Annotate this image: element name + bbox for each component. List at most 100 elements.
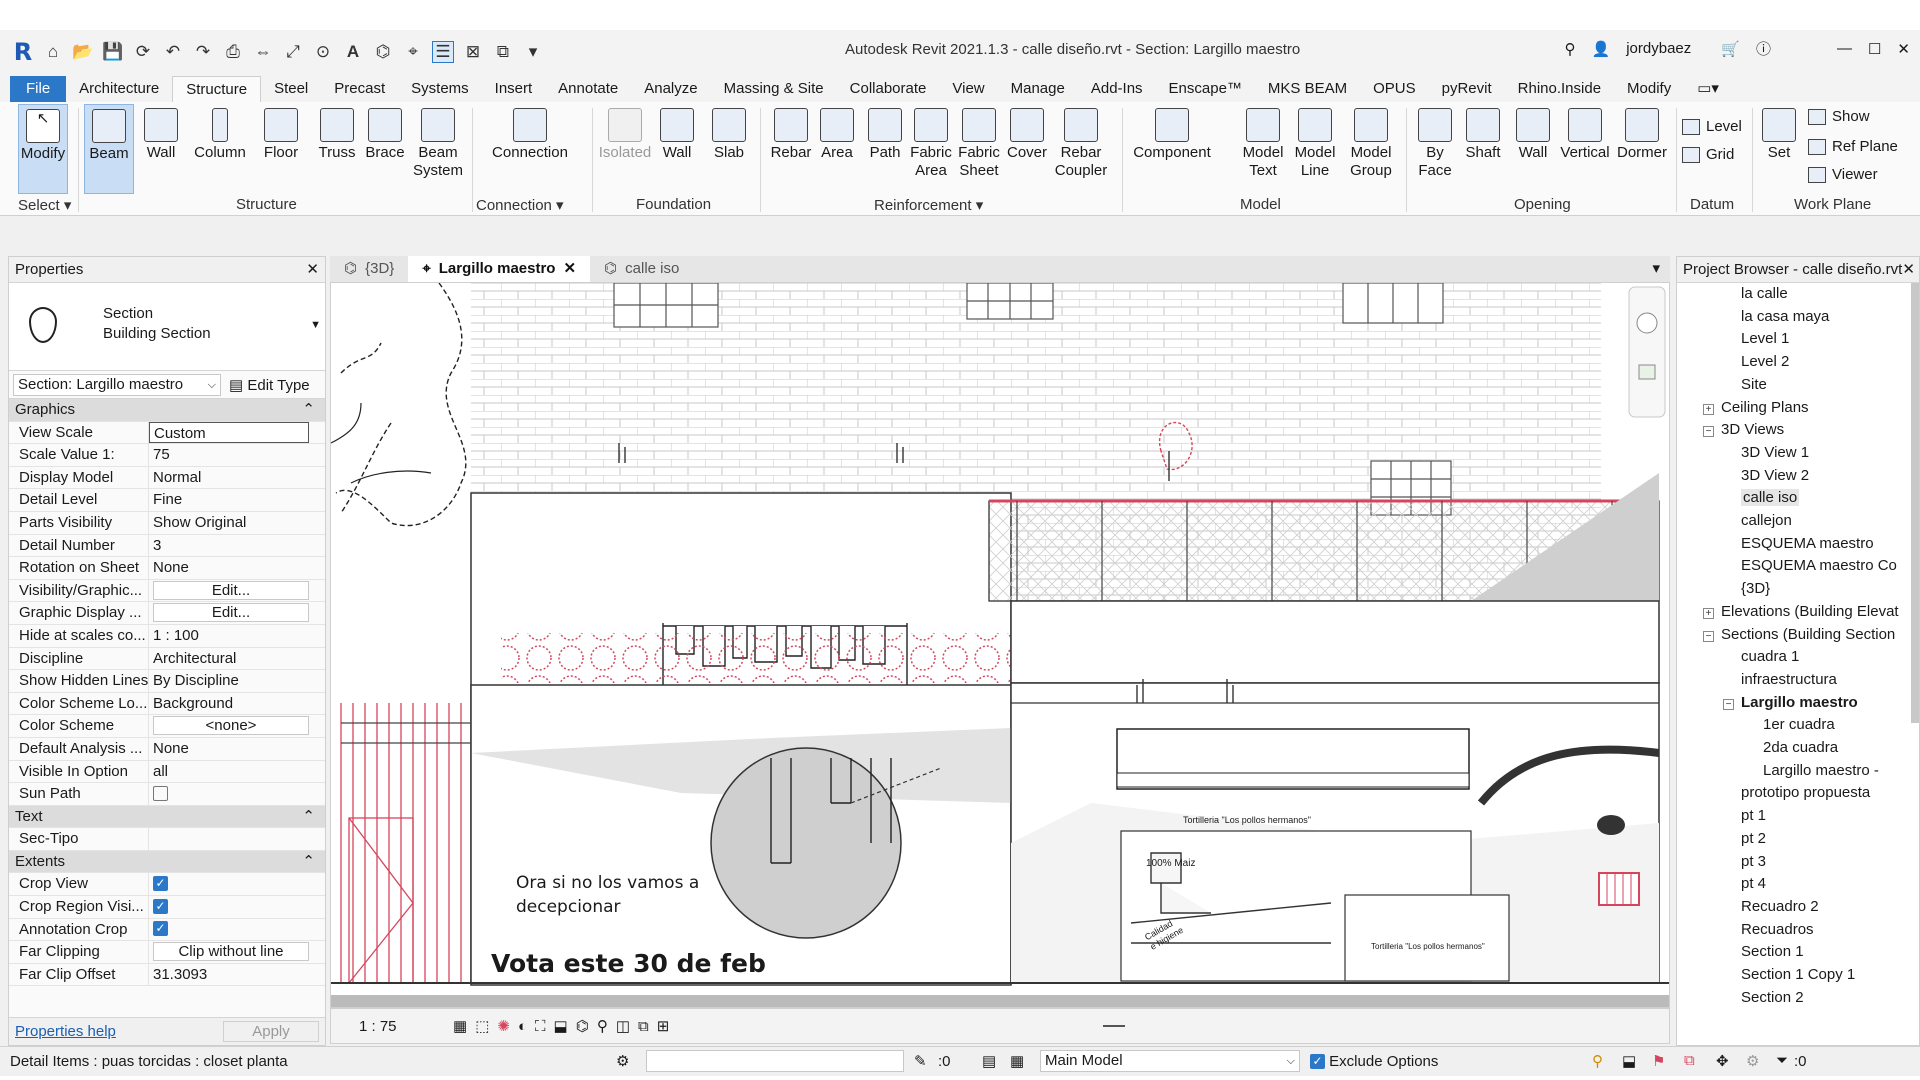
property-button[interactable]: <none> (153, 716, 309, 736)
tab-structure[interactable]: Structure (172, 76, 262, 102)
property-value[interactable]: Normal (149, 467, 325, 489)
property-value[interactable]: Edit... (149, 580, 325, 602)
connection-button[interactable]: Connection (486, 104, 574, 194)
switch-windows-icon[interactable]: ⧉ (492, 41, 514, 63)
worksharing-icon[interactable]: ⧉ (638, 1018, 649, 1035)
grid-button[interactable]: Grid (1682, 146, 1734, 163)
property-value[interactable]: Background (149, 693, 325, 715)
property-value[interactable]: By Discipline (149, 670, 325, 692)
browser-item[interactable]: 2da cuadra (1763, 739, 1838, 756)
vertical-scrollbar[interactable] (1911, 283, 1919, 723)
browser-item[interactable]: la calle (1741, 285, 1788, 302)
select-group-label[interactable]: Select ▾ (18, 196, 71, 214)
apply-button[interactable]: Apply (223, 1021, 319, 1042)
slab-button[interactable]: Slab (704, 104, 754, 194)
select-links-icon[interactable]: ⚲ (1592, 1052, 1603, 1070)
view-scale[interactable]: 1 : 75 (359, 1018, 419, 1035)
set-work-plane-button[interactable]: Set (1756, 104, 1802, 194)
viewer-button[interactable]: Viewer (1808, 166, 1878, 183)
browser-item[interactable]: Recuadros (1741, 921, 1814, 938)
horizontal-scroll-thumb[interactable] (1103, 1025, 1126, 1027)
browser-item[interactable]: pt 2 (1741, 830, 1766, 847)
checkbox-icon[interactable]: ✓ (153, 876, 168, 891)
area-reinforcement-button[interactable]: Area (812, 104, 862, 194)
undo-icon[interactable]: ↶ (162, 41, 184, 63)
fabric-area-button[interactable]: Fabric Area (906, 104, 956, 194)
browser-item[interactable]: prototipo propuesta (1741, 784, 1870, 801)
browser-item[interactable]: calle iso (1741, 489, 1800, 507)
property-value[interactable]: Clip without line (149, 941, 325, 963)
detail-level-icon[interactable]: ▦ (453, 1017, 467, 1035)
revit-logo-icon[interactable]: R (12, 38, 34, 66)
property-button[interactable]: Edit... (153, 580, 309, 600)
open-icon[interactable]: 📂 (72, 41, 94, 63)
reinforcement-group-label[interactable]: Reinforcement ▾ (874, 196, 983, 214)
3d-view-icon[interactable]: ⌬ (372, 41, 394, 63)
tree-toggle-icon[interactable]: − (1703, 426, 1714, 438)
section-icon[interactable]: ⌖ (402, 41, 424, 63)
dormer-button[interactable]: Dormer (1614, 104, 1670, 194)
tab-3d-view[interactable]: ⌬ {3D} (330, 256, 408, 282)
tab-rhino-inside[interactable]: Rhino.Inside (1505, 76, 1614, 102)
show-crop-icon[interactable]: ⬓ (554, 1017, 568, 1035)
tab-manage[interactable]: Manage (998, 76, 1078, 102)
home-icon[interactable]: ⌂ (42, 41, 64, 63)
browser-item[interactable]: ESQUEMA maestro Co (1741, 557, 1897, 574)
minimize-icon[interactable]: — (1837, 40, 1852, 57)
browser-item[interactable]: 3D Views (1721, 421, 1784, 438)
property-button[interactable]: Clip without line (153, 942, 309, 962)
customize-qat-icon[interactable]: ▾ (522, 41, 544, 63)
browser-item[interactable]: Level 1 (1741, 330, 1789, 347)
browser-item[interactable]: 3D View 1 (1741, 444, 1809, 461)
tree-toggle-icon[interactable]: + (1703, 607, 1714, 619)
property-value[interactable]: Architectural (149, 648, 325, 670)
design-options-icon-2[interactable]: ▦ (1010, 1052, 1024, 1070)
rebar-button[interactable]: Rebar (766, 104, 816, 194)
by-face-button[interactable]: By Face (1410, 104, 1460, 194)
properties-help-link[interactable]: Properties help (15, 1023, 116, 1040)
browser-item[interactable]: 3D View 2 (1741, 467, 1809, 484)
tab-enscape[interactable]: Enscape™ (1156, 76, 1255, 102)
tab-largillo-maestro[interactable]: ⌖ Largillo maestro ✕ (408, 256, 591, 282)
tabs-dropdown-icon[interactable]: ▾ (1642, 256, 1670, 282)
background-process-icon[interactable]: ⚙ (1746, 1052, 1759, 1070)
brace-button[interactable]: Brace (360, 104, 410, 194)
model-text-button[interactable]: Model Text (1238, 104, 1288, 194)
drawing-canvas[interactable]: Ora si no los vamos a decepcionar Vota e… (330, 282, 1670, 1008)
close-icon[interactable]: ✕ (1897, 40, 1910, 58)
browser-item[interactable]: {3D} (1741, 580, 1770, 597)
tree-toggle-icon[interactable]: − (1703, 630, 1714, 642)
rebar-coupler-button[interactable]: Rebar Coupler (1052, 104, 1110, 194)
tree-toggle-icon[interactable]: − (1723, 698, 1734, 710)
show-work-plane-button[interactable]: Show (1808, 108, 1870, 125)
property-value[interactable] (149, 828, 325, 850)
browser-item[interactable]: Level 2 (1741, 353, 1789, 370)
structural-wall-button[interactable]: Wall (136, 104, 186, 194)
tab-insert[interactable]: Insert (482, 76, 546, 102)
floor-button[interactable]: Floor (256, 104, 306, 194)
property-value[interactable]: <none> (149, 715, 325, 737)
browser-item[interactable]: ESQUEMA maestro (1741, 535, 1874, 552)
unlocked-3d-icon[interactable]: ⌬ (576, 1017, 589, 1035)
drag-elements-icon[interactable]: ✥ (1716, 1052, 1729, 1070)
browser-item[interactable]: pt 1 (1741, 807, 1766, 824)
browser-item[interactable]: Largillo maestro - (1763, 762, 1879, 779)
temporary-hide-icon[interactable]: ⚲ (597, 1017, 608, 1035)
component-button[interactable]: Component (1126, 104, 1218, 194)
workset-selector[interactable] (646, 1050, 904, 1072)
shadows-icon[interactable]: ◐ (518, 1018, 527, 1035)
type-selector[interactable]: Section Building Section ▼ (9, 283, 325, 371)
select-by-face-icon[interactable]: ⧉ (1684, 1052, 1695, 1069)
navigation-bar[interactable] (1628, 286, 1666, 418)
browser-item[interactable]: cuadra 1 (1741, 648, 1799, 665)
maximize-icon[interactable]: ☐ (1868, 40, 1881, 58)
isolated-foundation-button[interactable]: Isolated (598, 104, 652, 194)
user-name[interactable]: jordybaez (1626, 40, 1691, 57)
shaft-button[interactable]: Shaft (1458, 104, 1508, 194)
graphics-section-header[interactable]: Graphics ⌃ (9, 399, 325, 422)
property-value[interactable]: 75 (149, 444, 325, 466)
property-value[interactable]: None (149, 738, 325, 760)
edit-type-button[interactable]: ▤ Edit Type (229, 376, 310, 394)
browser-item[interactable]: Elevations (Building Elevat (1721, 603, 1899, 620)
cart-icon[interactable]: 🛒 (1721, 40, 1740, 58)
